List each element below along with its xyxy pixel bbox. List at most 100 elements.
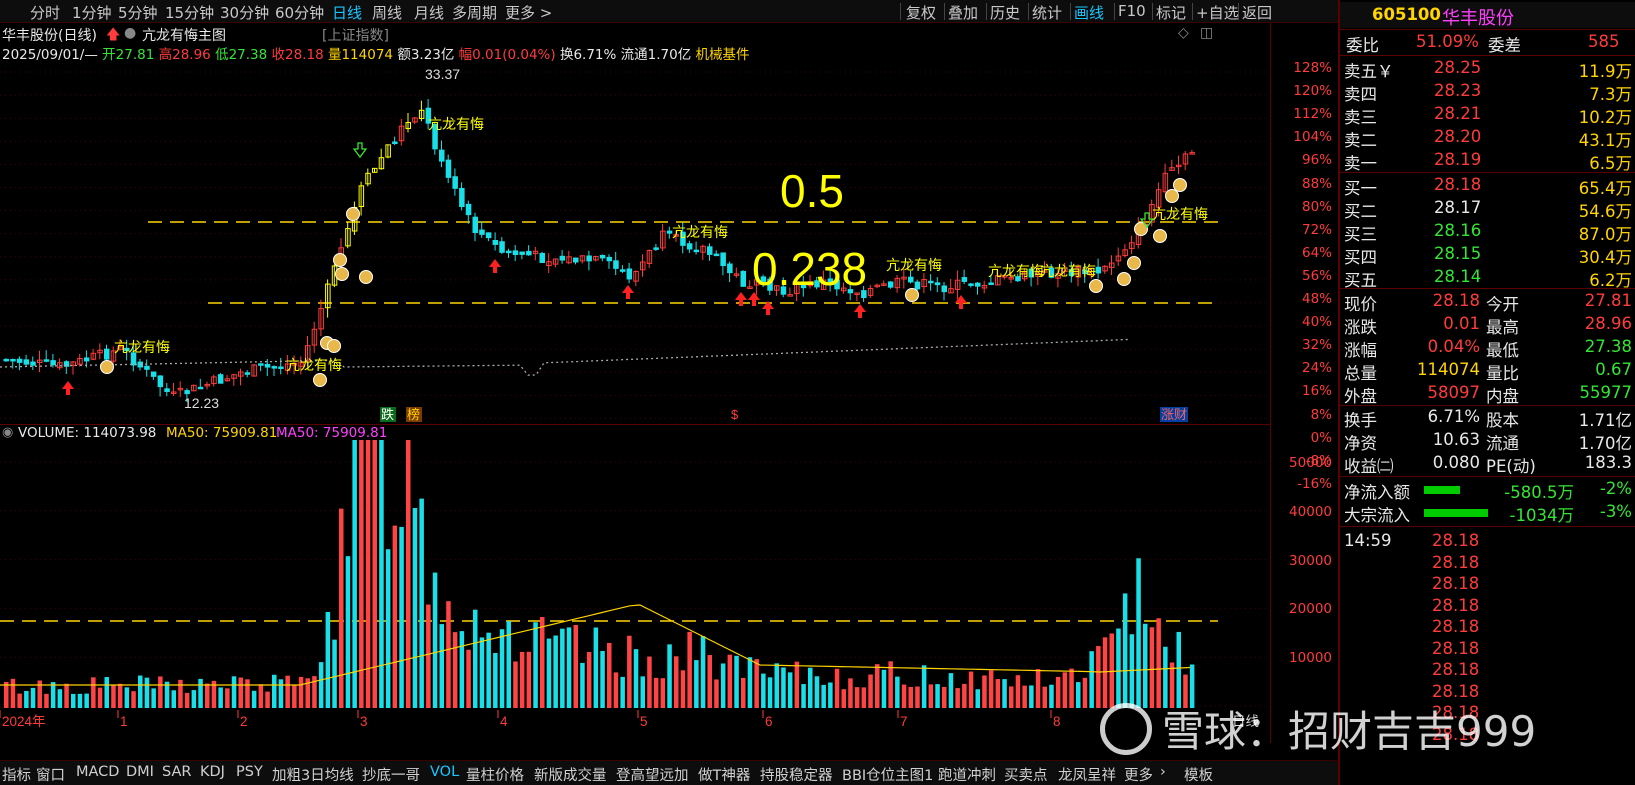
indicator-tab-18[interactable]: 龙凤呈祥 [1058,764,1116,785]
volume-bar [734,655,739,708]
toolbar-right-0[interactable]: 复权 [906,2,936,23]
indicator-tab-13[interactable]: 做T神器 [698,764,750,785]
indicator-tab-19[interactable]: 更多 [1124,764,1153,785]
volume-bar [754,659,759,708]
indicator-tab-21[interactable]: 模板 [1184,764,1213,785]
volume-bar [774,663,779,708]
toolbar-right-4[interactable]: 画线 [1074,2,1104,23]
toolbar-right-7[interactable]: +自选 [1196,2,1239,23]
volume-bar [117,683,123,708]
indicator-tab-9[interactable]: VOL [430,764,459,780]
indicator-tab-6[interactable]: PSY [236,764,263,780]
candle-body [941,285,947,293]
toolbar-tab-9[interactable]: 多周期 [452,2,497,23]
tick-row: 28.18 [1340,573,1635,597]
tick-row: 28.18 [1340,552,1635,576]
toolbar-tab-5[interactable]: 60分钟 [275,2,324,23]
indicator-tab-16[interactable]: 跑道冲刺 [938,764,996,785]
candle-body [727,263,733,274]
time-axis-label: 1 [120,714,128,729]
volume-bar [834,668,840,708]
indicator-tab-11[interactable]: 新版成交量 [534,764,607,785]
volume-bar [955,688,960,708]
indicator-tab-10[interactable]: 量柱价格 [466,764,524,785]
volume-bar [787,672,793,708]
time-axis-label: 6 [765,714,773,729]
index-overlay-tag[interactable]: [上证指数] [322,25,389,45]
chart-info-bar: 华丰股份(日线) 🡅 ● 亢龙有悔主图 [上证指数] ◇ ◫ 2025/09/0… [0,23,1270,67]
volume-bar [479,637,485,708]
quote-cell: 114074 [1417,360,1480,379]
indicator-tab-15[interactable]: BBI仓位主图1 [842,764,933,785]
stat2-row: 净资 10.63 流通 1.70亿 [1340,429,1635,453]
toolbar-tab-8[interactable]: 月线 [414,2,444,23]
indicator-tab-12[interactable]: 登高望远加 [616,764,689,785]
toolbar-tab-7[interactable]: 周线 [372,2,402,23]
volume-bar [71,693,76,708]
toolbar-sep [944,3,945,20]
candle-body [961,277,968,282]
indicator-tab-8[interactable]: 抄底一哥 [362,764,420,785]
quote-cell: 28.18 [1432,531,1480,550]
indicator-tab-3[interactable]: DMI [126,764,154,780]
candle-body [43,359,50,362]
volume-bar [1035,669,1041,708]
volume-bar [1156,618,1161,708]
indicator-name[interactable]: 亢龙有悔主图 [142,25,226,45]
tick-row: 28.18 [1340,616,1635,640]
volume-bar [392,525,398,708]
toolbar-right-8[interactable]: 返回 [1242,2,1272,23]
toolbar-tab-3[interactable]: 15分钟 [165,2,214,23]
volume-bar [848,678,853,708]
toggle-icon[interactable]: ◉ [2,425,13,440]
indicator-tab-20[interactable]: › [1160,764,1166,780]
toolbar-tab-4[interactable]: 30分钟 [220,2,269,23]
price-chart[interactable]: 0.50.23833.3712.23亢龙有悔亢龙有悔亢龙有悔亢龙有悔亢龙有悔 亢龙… [0,67,1270,425]
buy-level-row: 买四 28.15 30.4万 [1340,243,1635,267]
volume-bar [4,681,9,708]
toolbar-right-3[interactable]: 统计 [1032,2,1062,23]
xueqiu-logo-icon [1100,702,1152,755]
sell-level-row: 卖五￥ 28.25 11.9万 [1340,57,1635,81]
indicator-tab-4[interactable]: SAR [162,764,191,780]
toolbar-tab-0[interactable]: 分时 [30,2,60,23]
toolbar-right-6[interactable]: 标记 [1156,2,1186,23]
indicator-tab-1[interactable]: 窗口 [36,764,65,785]
indicator-tab-17[interactable]: 买卖点 [1004,764,1048,785]
volume-bar [801,684,806,708]
indicator-tab-2[interactable]: MACD [76,764,119,780]
indicator-tab-5[interactable]: KDJ [200,764,225,780]
diamond-icon[interactable]: ◇ [1178,25,1189,41]
volume-chart[interactable]: 2024年 1 2 3 4 5 6 7 8 日线 [0,440,1270,740]
toolbar-tab-1[interactable]: 1分钟 [72,2,112,23]
toolbar-tab-2[interactable]: 5分钟 [118,2,158,23]
quote-cell: 54.6万 [1578,202,1632,221]
toolbar-tab-6[interactable]: 日线 [332,2,362,23]
indicator-tab-7[interactable]: 加粗3日均线 [272,764,354,785]
toolbar-right-1[interactable]: 叠加 [948,2,978,23]
window-icon[interactable]: ◫ [1200,25,1213,41]
volume-bar [198,678,203,708]
candle-body [439,149,445,162]
candle-body [934,282,941,286]
quote-cell: 今开 [1486,295,1519,314]
quote-cell: 10.63 [1432,430,1480,449]
toolbar-right-5[interactable]: F10 [1118,2,1146,20]
volume-bar [607,642,612,708]
toolbar-tab-10[interactable]: 更多 > [505,2,552,23]
candle-body [30,361,36,366]
volume-bar [1055,676,1061,708]
money-bag-icon [313,373,327,387]
money-bag-icon [905,288,919,302]
volume-axis-label: 20000 [1289,601,1332,618]
volume-bar [1143,623,1148,708]
quote-cell: 28.18 [1432,595,1480,615]
indicator-tab-0[interactable]: 指标 [2,764,31,785]
volume-bar [627,635,632,708]
candle-body [392,141,398,145]
toolbar-right-2[interactable]: 历史 [990,2,1020,23]
volume-bar [781,667,786,708]
money-bag-icon [359,270,373,284]
buy-level-row: 买三 28.16 87.0万 [1340,220,1635,244]
indicator-tab-14[interactable]: 持股稳定器 [760,764,833,785]
